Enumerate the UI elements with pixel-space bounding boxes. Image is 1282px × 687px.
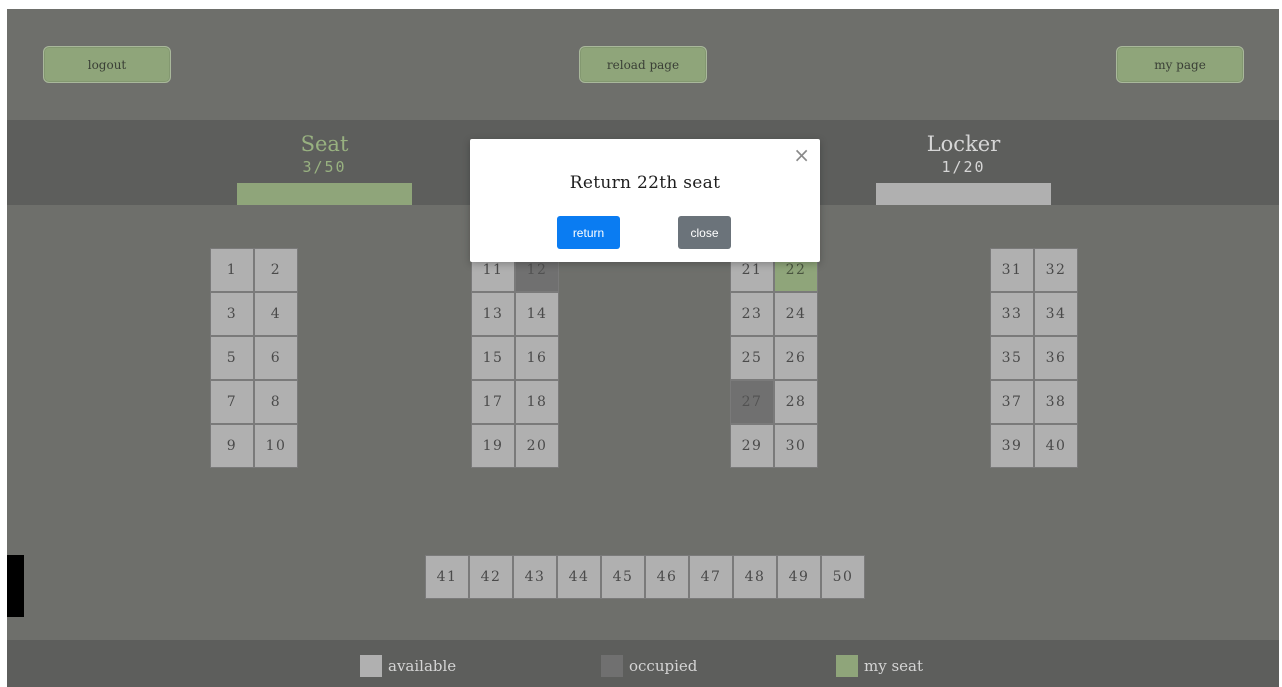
seat-14[interactable]: 14 [515, 292, 559, 336]
seat-44[interactable]: 44 [557, 555, 601, 599]
seat-31[interactable]: 31 [990, 248, 1034, 292]
seat-49[interactable]: 49 [777, 555, 821, 599]
seat-6[interactable]: 6 [254, 336, 298, 380]
occupied-swatch [601, 655, 623, 677]
seat-32[interactable]: 32 [1034, 248, 1078, 292]
seat-2[interactable]: 2 [254, 248, 298, 292]
logout-button[interactable]: logout [43, 46, 171, 83]
seat-26[interactable]: 26 [774, 336, 818, 380]
seat-27[interactable]: 27 [730, 380, 774, 424]
seat-38[interactable]: 38 [1034, 380, 1078, 424]
seat-20[interactable]: 20 [515, 424, 559, 468]
seat-50[interactable]: 50 [821, 555, 865, 599]
seat-37[interactable]: 37 [990, 380, 1034, 424]
seat-42[interactable]: 42 [469, 555, 513, 599]
seat-16[interactable]: 16 [515, 336, 559, 380]
return-button[interactable]: return [557, 216, 620, 249]
seat-47[interactable]: 47 [689, 555, 733, 599]
seat-reservation-app: logout reload page my page Seat 3/50 Loc… [7, 9, 1279, 687]
close-button[interactable]: close [678, 216, 731, 249]
seat-8[interactable]: 8 [254, 380, 298, 424]
seat-40[interactable]: 40 [1034, 424, 1078, 468]
reload-page-button[interactable]: reload page [579, 46, 707, 83]
my-page-button[interactable]: my page [1116, 46, 1244, 83]
legend-occupied: occupied [601, 655, 697, 677]
seat-3[interactable]: 3 [210, 292, 254, 336]
side-handle[interactable] [7, 555, 24, 617]
seat-stat-bar [237, 183, 412, 205]
locker-stat-bar [876, 183, 1051, 205]
seat-48[interactable]: 48 [733, 555, 777, 599]
seat-41[interactable]: 41 [425, 555, 469, 599]
seat-13[interactable]: 13 [471, 292, 515, 336]
locker-stat-title: Locker [926, 132, 1001, 156]
seat-35[interactable]: 35 [990, 336, 1034, 380]
seat-24[interactable]: 24 [774, 292, 818, 336]
legend-my-seat-label: my seat [864, 657, 924, 675]
legend-my-seat: my seat [836, 655, 923, 677]
seat-36[interactable]: 36 [1034, 336, 1078, 380]
seat-4[interactable]: 4 [254, 292, 298, 336]
seat-39[interactable]: 39 [990, 424, 1034, 468]
legend-available-label: available [388, 657, 457, 675]
available-swatch [360, 655, 382, 677]
seat-10[interactable]: 10 [254, 424, 298, 468]
seat-19[interactable]: 19 [471, 424, 515, 468]
close-icon[interactable]: × [793, 145, 810, 165]
seat-45[interactable]: 45 [601, 555, 645, 599]
seat-15[interactable]: 15 [471, 336, 515, 380]
seat-23[interactable]: 23 [730, 292, 774, 336]
seat-stat-count: 3/50 [302, 158, 347, 176]
locker-stat-count: 1/20 [941, 158, 986, 176]
seat-17[interactable]: 17 [471, 380, 515, 424]
legend-available: available [360, 655, 456, 677]
locker-stat: Locker 1/20 [876, 120, 1051, 205]
legend-occupied-label: occupied [629, 657, 698, 675]
seat-29[interactable]: 29 [730, 424, 774, 468]
legend: available occupied my seat [7, 640, 1279, 687]
modal-title: Return 22th seat [569, 173, 721, 193]
seat-18[interactable]: 18 [515, 380, 559, 424]
seat-5[interactable]: 5 [210, 336, 254, 380]
seat-28[interactable]: 28 [774, 380, 818, 424]
seat-9[interactable]: 9 [210, 424, 254, 468]
return-seat-modal: × Return 22th seat return close [470, 139, 820, 262]
my-seat-swatch [836, 655, 858, 677]
seat-25[interactable]: 25 [730, 336, 774, 380]
seat-34[interactable]: 34 [1034, 292, 1078, 336]
seat-stat: Seat 3/50 [237, 120, 412, 205]
seat-46[interactable]: 46 [645, 555, 689, 599]
seat-30[interactable]: 30 [774, 424, 818, 468]
seat-stat-title: Seat [300, 132, 349, 156]
seat-33[interactable]: 33 [990, 292, 1034, 336]
seat-7[interactable]: 7 [210, 380, 254, 424]
seat-43[interactable]: 43 [513, 555, 557, 599]
seat-1[interactable]: 1 [210, 248, 254, 292]
